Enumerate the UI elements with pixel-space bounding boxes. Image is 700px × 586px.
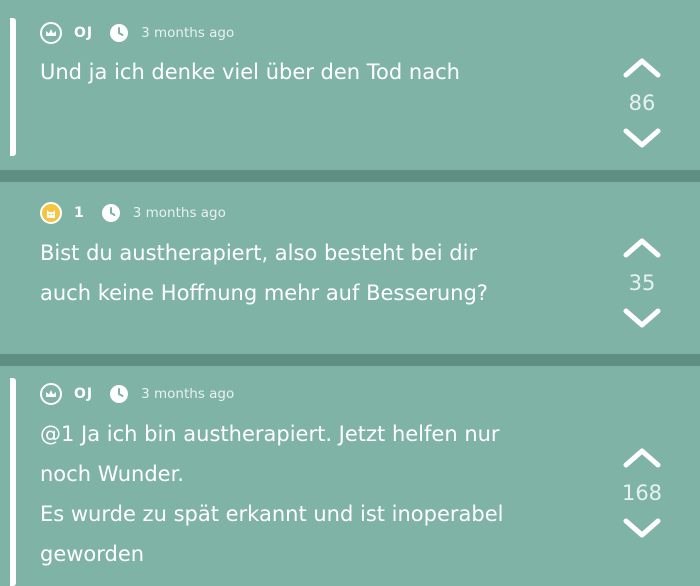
post-line: noch Wunder. [40,462,184,486]
post-line: auch keine Hoffnung mehr auf Besserung? [40,281,488,305]
post-line: Bist du austherapiert, also besteht bei … [40,241,478,265]
downvote-button[interactable] [620,514,664,544]
timestamp: 3 months ago [141,386,235,402]
post-2: 1 3 months ago Bist du austherapiert, al… [0,182,700,354]
post-line: geworden [40,542,145,566]
crown-icon[interactable] [40,22,62,44]
post-meta: 1 3 months ago [40,199,226,227]
downvote-button[interactable] [620,124,664,154]
chevron-down-icon [623,308,661,328]
post-3: OJ 3 months ago @1 Ja ich bin austherapi… [0,366,700,586]
chevron-down-icon [623,128,661,148]
chevron-up-icon [623,58,661,78]
vote-controls: 168 [612,442,672,544]
cat-icon[interactable] [40,202,62,224]
upvote-button[interactable] [620,52,664,82]
vote-controls: 86 [612,52,672,154]
timestamp: 3 months ago [141,25,235,41]
chevron-down-icon [623,518,661,538]
vote-count: 86 [628,91,656,115]
upvote-button[interactable] [620,442,664,472]
post-line: @1 Ja ich bin austherapiert. Jetzt helfe… [40,422,500,446]
username[interactable]: OJ [74,25,93,41]
op-indicator-bar [10,18,16,156]
post-divider [0,170,700,182]
timestamp: 3 months ago [132,205,226,221]
post-meta: OJ 3 months ago [40,19,234,47]
vote-controls: 35 [612,232,672,334]
downvote-button[interactable] [620,304,664,334]
post-body: Und ja ich denke viel über den Tod nach [40,52,580,92]
clock-icon [110,385,129,403]
post-1: OJ 3 months ago Und ja ich denke viel üb… [0,0,700,170]
post-body: Bist du austherapiert, also besteht bei … [40,233,580,313]
op-indicator-bar [10,378,16,586]
post-meta: OJ 3 months ago [40,380,234,408]
crown-icon[interactable] [40,383,62,405]
upvote-button[interactable] [620,232,664,262]
post-body: @1 Ja ich bin austherapiert. Jetzt helfe… [40,414,580,574]
clock-icon [110,24,129,42]
username[interactable]: OJ [74,386,93,402]
vote-count: 168 [621,481,663,505]
username[interactable]: 1 [74,205,85,221]
clock-icon [101,204,120,222]
post-divider [0,354,700,366]
post-line: Und ja ich denke viel über den Tod nach [40,60,460,84]
post-line: Es wurde zu spät erkannt und ist inopera… [40,502,504,526]
chevron-up-icon [623,448,661,468]
vote-count: 35 [628,271,656,295]
chevron-up-icon [623,238,661,258]
